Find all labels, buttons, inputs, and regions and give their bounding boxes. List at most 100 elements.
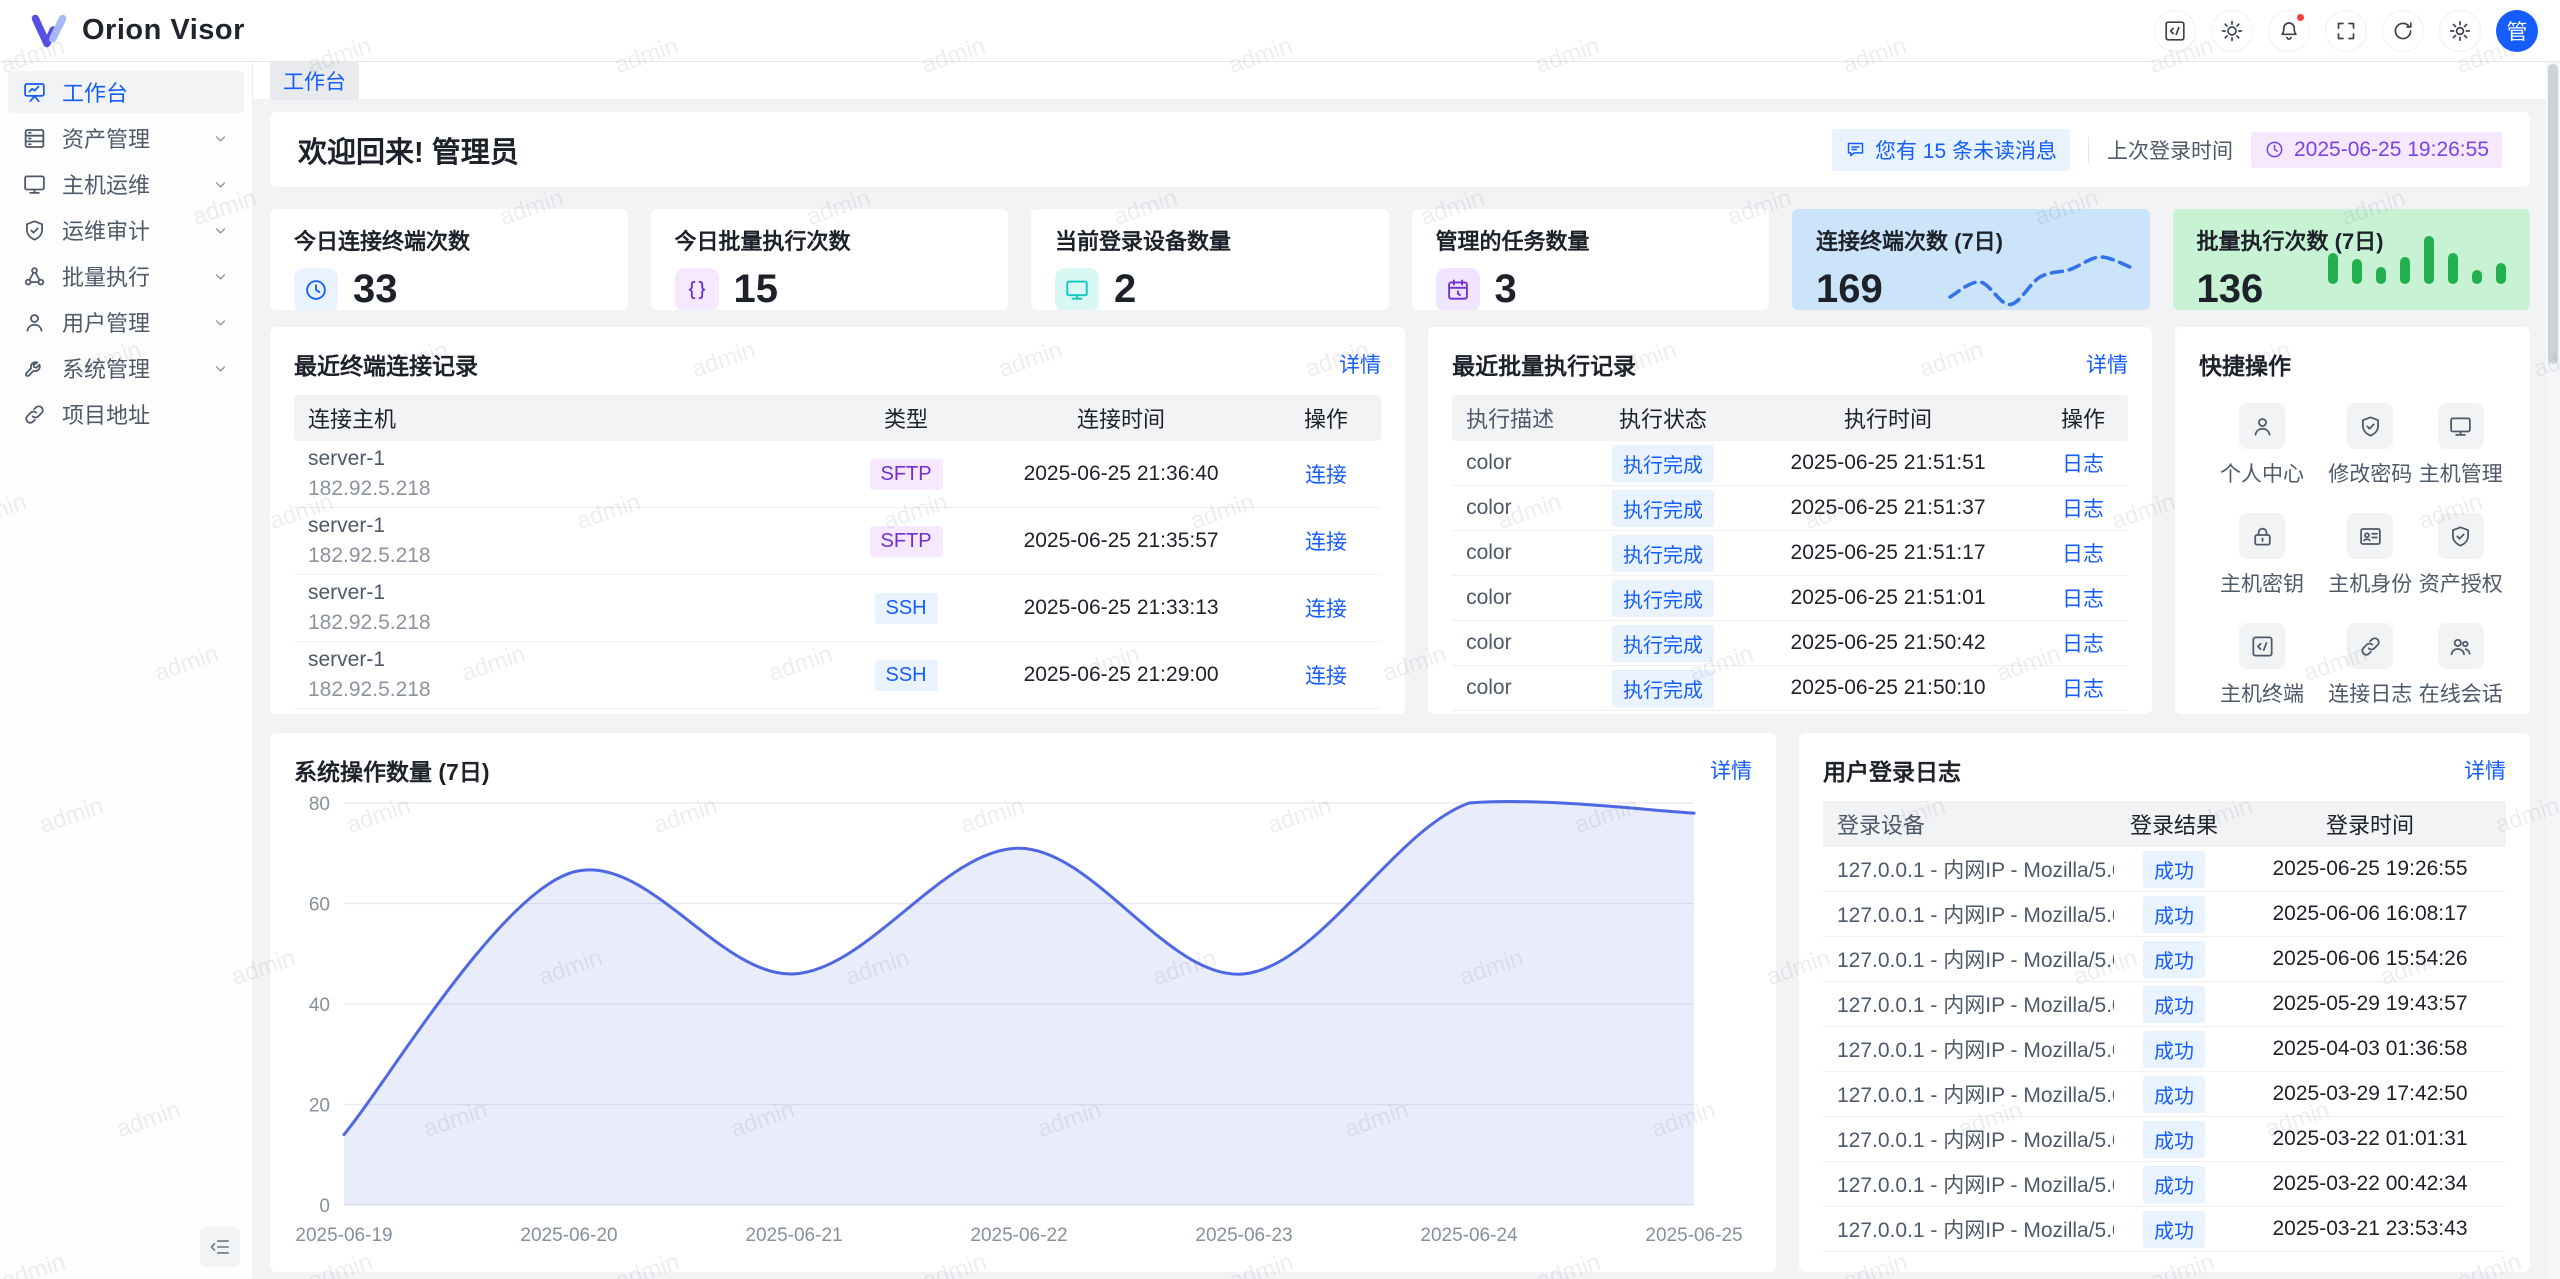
last-login-time-chip: 2025-06-25 19:26:55 (2251, 132, 2502, 168)
quick-action-0[interactable]: 个人中心 (2199, 403, 2325, 488)
sidebar-item-label: 批量执行 (62, 260, 150, 292)
connect-link[interactable]: 连接 (1305, 598, 1347, 621)
sidebar-item-workbench[interactable]: 工作台 (8, 71, 244, 113)
monitor-icon (1064, 277, 1090, 303)
login-device: 127.0.0.1 - 内网IP - Mozilla/5.0 (Windows … (1823, 944, 2114, 974)
svg-text:80: 80 (309, 794, 330, 815)
connect-time: 2025-06-25 21:35:57 (971, 529, 1271, 553)
svg-text:0: 0 (319, 1196, 330, 1217)
sidebar-collapse-button[interactable] (200, 1227, 240, 1267)
exec-status-badge: 执行完成 (1612, 580, 1714, 617)
login-detail-link[interactable]: 详情 (2464, 755, 2506, 785)
sun-icon (2220, 19, 2244, 43)
svg-text:2025-06-23: 2025-06-23 (1195, 1225, 1292, 1246)
exec-detail-link[interactable]: 详情 (2086, 349, 2128, 379)
login-time: 2025-04-03 01:36:58 (2234, 1037, 2506, 1061)
monitor-icon-chip (2438, 403, 2484, 449)
connect-time: 2025-06-25 21:29:00 (971, 663, 1271, 687)
sidebar-item-label: 运维审计 (62, 214, 150, 246)
login-time: 2025-06-06 15:54:26 (2234, 947, 2506, 971)
connect-link[interactable]: 连接 (1305, 531, 1347, 554)
sidebar-item-host-ops[interactable]: 主机运维 (8, 163, 244, 205)
svg-text:2025-06-21: 2025-06-21 (745, 1225, 842, 1246)
login-row: 127.0.0.1 - 内网IP - Mozilla/5.0 (Windows … (1823, 982, 2506, 1027)
sidebar: 工作台资产管理主机运维运维审计批量执行用户管理系统管理项目地址 (0, 62, 253, 1279)
sidebar-item-label: 工作台 (62, 76, 128, 108)
quick-action-2[interactable]: 主机管理 (2416, 403, 2506, 488)
user-avatar[interactable]: 管 (2496, 10, 2538, 52)
sidebar-item-batch-exec[interactable]: 批量执行 (8, 255, 244, 297)
login-result-badge: 成功 (2143, 941, 2205, 978)
exec-desc: color (1452, 676, 1588, 700)
quick-action-5[interactable]: 资产授权 (2416, 513, 2506, 598)
log-link[interactable]: 日志 (2062, 453, 2104, 476)
quick-action-label: 资产授权 (2419, 568, 2503, 598)
log-link[interactable]: 日志 (2062, 498, 2104, 521)
log-link[interactable]: 日志 (2062, 543, 2104, 566)
id-card-icon (2358, 524, 2383, 549)
quick-action-label: 主机身份 (2328, 568, 2412, 598)
sidebar-item-audit[interactable]: 运维审计 (8, 209, 244, 251)
login-device: 127.0.0.1 - 内网IP - Mozilla/5.0 (Windows … (1823, 1169, 2114, 1199)
exec-time: 2025-06-25 21:51:17 (1738, 541, 2038, 565)
settings-button[interactable] (2439, 10, 2481, 52)
exec-row: color执行完成2025-06-25 21:51:01日志 (1452, 576, 2128, 621)
terminal-row: server-1182.92.5.218SFTP2025-06-25 21:35… (294, 508, 1381, 575)
login-time: 2025-03-21 23:53:43 (2234, 1217, 2506, 1241)
sidebar-item-assets[interactable]: 资产管理 (8, 117, 244, 159)
workbench-icon (22, 80, 47, 105)
unread-messages-chip[interactable]: 您有 15 条未读消息 (1832, 129, 2070, 171)
sidebar-item-system-mgmt[interactable]: 系统管理 (8, 347, 244, 389)
terminal-detail-link[interactable]: 详情 (1339, 349, 1381, 379)
quick-action-3[interactable]: 主机密钥 (2199, 513, 2325, 598)
chevron-down-icon (211, 359, 230, 378)
quick-action-8[interactable]: 在线会话 (2416, 623, 2506, 708)
login-time: 2025-03-22 01:01:31 (2234, 1127, 2506, 1151)
terminal-connections-sparkline (1944, 249, 2136, 310)
log-link[interactable]: 日志 (2062, 633, 2104, 656)
sidebar-item-user-mgmt[interactable]: 用户管理 (8, 301, 244, 343)
connect-link[interactable]: 连接 (1305, 464, 1347, 487)
nodes-icon (22, 264, 47, 289)
log-link[interactable]: 日志 (2062, 588, 2104, 611)
terminal-row: server-1182.92.5.218SSH2025-06-25 21:33:… (294, 575, 1381, 642)
ops-chart-detail-link[interactable]: 详情 (1710, 755, 1752, 785)
stat-value: 33 (353, 267, 398, 310)
quick-action-label: 在线会话 (2419, 678, 2503, 708)
connect-link[interactable]: 连接 (1305, 665, 1347, 688)
login-result-badge: 成功 (2143, 1031, 2205, 1068)
host-ip: 182.92.5.218 (308, 544, 841, 568)
terminal-row: server-1182.92.5.218SFTP2025-06-25 21:36… (294, 441, 1381, 508)
welcome-text: 欢迎回来! 管理员 (298, 129, 519, 171)
exec-time: 2025-06-25 21:50:10 (1738, 676, 2038, 700)
theme-toggle-button[interactable] (2211, 10, 2253, 52)
exec-desc: color (1452, 496, 1588, 520)
quick-action-6[interactable]: 主机终端 (2199, 623, 2325, 708)
lock-icon (2250, 524, 2275, 549)
quick-action-7[interactable]: 连接日志 (2325, 623, 2415, 708)
connect-time: 2025-06-25 21:33:13 (971, 596, 1271, 620)
column-header: 操作 (1271, 402, 1381, 434)
quick-action-1[interactable]: 修改密码 (2325, 403, 2415, 488)
shield-check-icon (22, 218, 47, 243)
log-link[interactable]: 日志 (2062, 678, 2104, 701)
refresh-button[interactable] (2382, 10, 2424, 52)
host-name: server-1 (308, 514, 841, 538)
scrollbar-thumb[interactable] (2548, 64, 2558, 364)
chevron-down-icon (211, 313, 230, 332)
breadcrumb[interactable]: 工作台 (270, 62, 359, 100)
api-code-button[interactable] (2154, 10, 2196, 52)
sidebar-item-label: 主机运维 (62, 168, 150, 200)
lock-icon-chip (2239, 513, 2285, 559)
app-header: Orion Visor 管 (0, 0, 2560, 62)
sidebar-item-project-url[interactable]: 项目地址 (8, 393, 244, 435)
system-operations-chart: 0204060802025-06-192025-06-202025-06-212… (294, 793, 1752, 1255)
chevron-down-icon (211, 175, 230, 194)
fullscreen-button[interactable] (2325, 10, 2367, 52)
clock-icon-chip (294, 268, 338, 311)
divider (2088, 137, 2089, 163)
quick-action-4[interactable]: 主机身份 (2325, 513, 2415, 598)
notifications-button[interactable] (2268, 10, 2310, 52)
svg-text:2025-06-24: 2025-06-24 (1420, 1225, 1518, 1246)
login-row: 127.0.0.1 - 内网IP - Mozilla/5.0 (Windows … (1823, 892, 2506, 937)
